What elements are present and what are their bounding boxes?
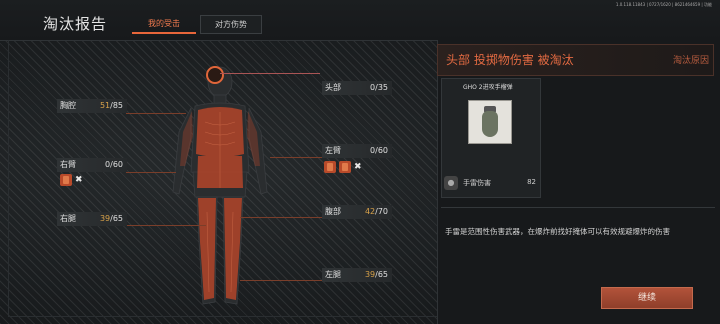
elimination-reason-link[interactable]: 淘汰原因 <box>673 53 709 66</box>
system-info: 1.0.118.11843 | 0727/1620 | 8621464659 |… <box>615 2 712 7</box>
body-part-value: 39/65 <box>365 268 388 282</box>
body-part-left-leg: 左腿 39/65 <box>322 268 392 282</box>
body-part-current: 42 <box>364 207 376 216</box>
abdomen-leader-line <box>240 217 322 218</box>
damage-value: 82 <box>527 178 536 186</box>
weapon-name: GHO 2进攻手榴弹 <box>463 84 513 91</box>
broken-x-icon: ✖ <box>354 162 362 172</box>
body-part-label: 右臂 <box>60 160 76 169</box>
armor-icon <box>60 174 72 186</box>
elimination-report-screen: 淘汰报告 我的受击 对方伤势 1.0.118.11843 | 0727/1620… <box>0 0 720 324</box>
chest-leader-line <box>126 113 186 114</box>
body-part-value: 39/65 <box>100 212 123 226</box>
tab-enemy-injuries[interactable]: 对方伤势 <box>200 15 262 34</box>
elimination-cause: 头部 投掷物伤害 被淘汰 <box>446 53 574 67</box>
body-part-right-leg: 右腿 39/65 <box>57 212 127 226</box>
body-part-label: 左腿 <box>325 270 341 279</box>
body-part-value: 42/70 <box>365 205 388 219</box>
page-title: 淘汰报告 <box>43 15 108 33</box>
top-bar: 淘汰报告 我的受击 对方伤势 1.0.118.11843 | 0727/1620… <box>0 0 720 41</box>
weapon-tip: 手雷是范围性伤害武器，在爆炸前找好掩体可以有效规避爆炸的伤害 <box>445 227 670 236</box>
continue-button[interactable]: 继续 <box>601 287 693 309</box>
body-part-value: 0/60 <box>105 160 123 169</box>
body-part-label: 头部 <box>325 83 341 92</box>
body-figure <box>172 66 268 305</box>
body-part-max: /70 <box>375 207 388 216</box>
right-arm-status-icons: ✖ <box>60 174 83 187</box>
left-arm-status-icons: ✖ <box>324 161 362 174</box>
grenade-small-icon: ● <box>444 176 458 190</box>
right-arm-leader-line <box>126 172 176 173</box>
body-part-current: 39 <box>364 270 376 279</box>
body-part-value: 0/60 <box>370 146 388 155</box>
body-part-left-arm: 左臂 0/60 <box>322 144 392 158</box>
helmet-icon <box>339 161 351 173</box>
body-part-max: /85 <box>110 101 123 110</box>
damage-label: 手雷伤害 <box>463 179 491 187</box>
divider <box>441 207 715 208</box>
body-part-abdomen: 腹部 42/70 <box>322 205 392 219</box>
body-part-value: 0/35 <box>370 83 388 92</box>
body-part-current: 39 <box>99 214 111 223</box>
armor-icon <box>324 161 336 173</box>
body-part-label: 右腿 <box>60 214 76 223</box>
broken-x-icon: ✖ <box>75 175 83 185</box>
head-leader-line <box>220 73 320 90</box>
body-part-max: /65 <box>375 270 388 279</box>
body-part-current: 51 <box>99 101 111 110</box>
body-part-label: 腹部 <box>325 207 341 216</box>
body-part-label: 左臂 <box>325 146 341 155</box>
body-part-max: /65 <box>110 214 123 223</box>
body-part-label: 胸腔 <box>60 101 76 110</box>
grenade-icon <box>468 100 512 144</box>
body-part-value: 51/85 <box>100 99 123 113</box>
body-part-chest: 胸腔 51/85 <box>57 99 127 113</box>
left-leg-leader-line <box>240 280 322 281</box>
body-part-right-arm: 右臂 0/60 <box>57 158 127 172</box>
damage-row: ● 手雷伤害 82 <box>441 173 541 193</box>
elimination-cause-header: 头部 投掷物伤害 被淘汰 淘汰原因 <box>437 44 714 76</box>
body-part-head: 头部 0/35 <box>322 81 392 95</box>
tab-my-hits[interactable]: 我的受击 <box>132 15 196 34</box>
left-arm-leader-line <box>270 157 322 158</box>
right-leg-leader-line <box>126 225 206 226</box>
